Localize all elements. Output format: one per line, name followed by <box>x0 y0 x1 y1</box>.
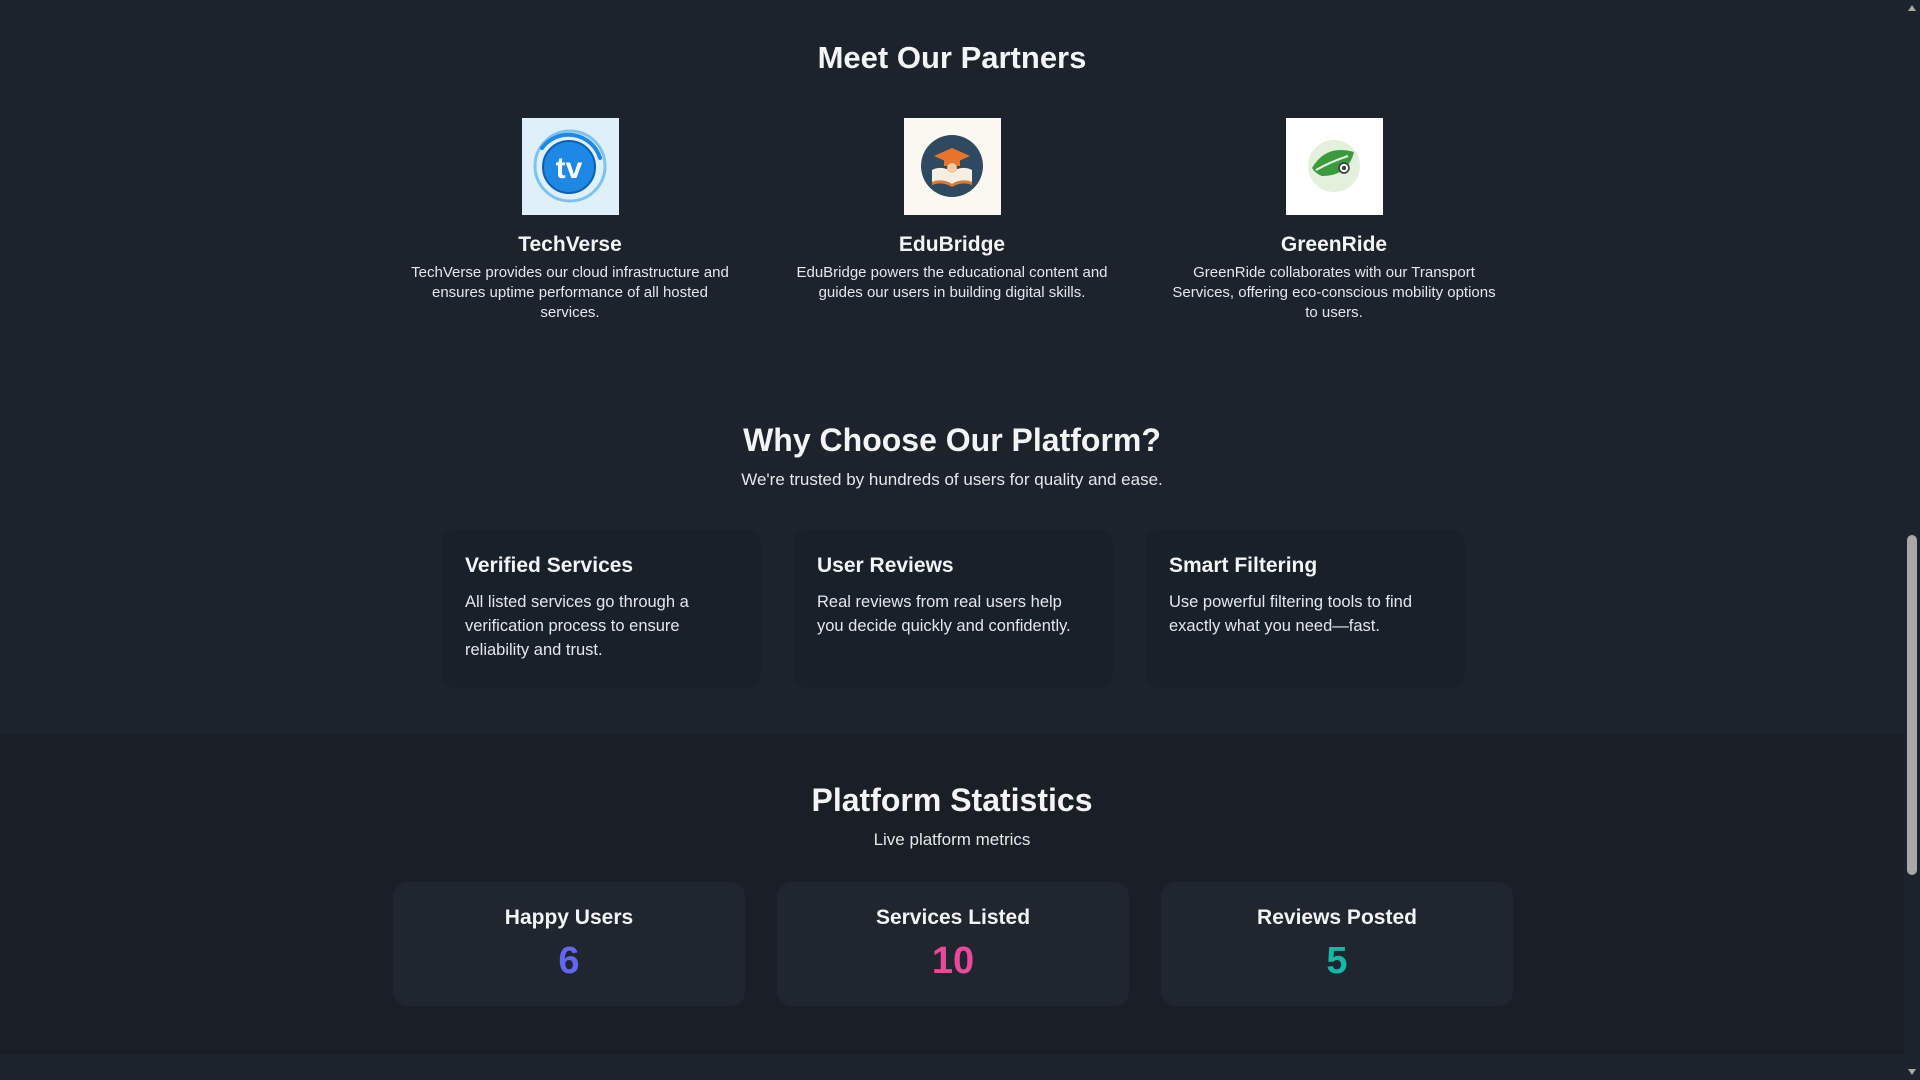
partner-name: GreenRide <box>1280 233 1388 256</box>
stat-label: Services Listed <box>875 906 1031 929</box>
partner-card-greenride: GreenRide GreenRide collaborates with ou… <box>1154 118 1514 341</box>
platform-statistics-section: Platform Statistics Live platform metric… <box>0 734 1904 1054</box>
scroll-down-arrow-icon[interactable] <box>1904 1064 1920 1080</box>
stat-value: 10 <box>931 940 975 982</box>
stat-card-services-listed: Services Listed 10 <box>777 882 1129 1006</box>
partners-title: Meet Our Partners <box>817 40 1087 75</box>
partner-description: TechVerse provides our cloud infrastruct… <box>411 264 729 321</box>
page: Meet Our Partners tv TechVerse TechVerse… <box>0 0 1904 1080</box>
partners-section: Meet Our Partners tv TechVerse TechVerse… <box>0 0 1904 380</box>
scroll-up-arrow-icon[interactable] <box>1904 0 1920 16</box>
partner-card-techverse: tv TechVerse TechVerse provides our clou… <box>390 118 750 341</box>
stat-card-happy-users: Happy Users 6 <box>393 882 745 1006</box>
partner-description: EduBridge powers the educational content… <box>796 264 1108 301</box>
leaf-logo-icon <box>1285 118 1383 215</box>
feature-title: Verified Services <box>465 554 634 577</box>
feature-card-smart-filtering: Smart Filtering Use powerful filtering t… <box>1145 530 1465 688</box>
stat-label: Happy Users <box>504 906 634 929</box>
scrollbar-thumb[interactable] <box>1907 535 1917 875</box>
tv-logo-icon: tv <box>521 118 619 215</box>
svg-text:tv: tv <box>555 152 582 185</box>
partner-grid: tv TechVerse TechVerse provides our clou… <box>390 118 1514 341</box>
partner-name: TechVerse <box>518 233 622 256</box>
feature-title: Smart Filtering <box>1169 554 1318 577</box>
feature-description: Use powerful filtering tools to find exa… <box>1169 593 1413 635</box>
feature-card-verified-services: Verified Services All listed services go… <box>441 530 761 688</box>
stat-label: Reviews Posted <box>1257 906 1417 929</box>
feature-description: All listed services go through a verific… <box>465 593 689 659</box>
stat-value: 5 <box>1326 940 1348 982</box>
stat-value: 6 <box>558 940 580 982</box>
why-choose-section: Why Choose Our Platform? We're trusted b… <box>0 380 1904 734</box>
graduation-book-logo-icon <box>903 118 1001 215</box>
statistics-subtitle: Live platform metrics <box>873 830 1031 849</box>
feature-description: Real reviews from real users help you de… <box>817 593 1071 635</box>
partner-card-edubridge: EduBridge EduBridge powers the education… <box>772 118 1132 341</box>
stat-grid: Happy Users 6 Services Listed 10 Reviews… <box>393 882 1513 1006</box>
stat-card-reviews-posted: Reviews Posted 5 <box>1161 882 1513 1006</box>
feature-grid: Verified Services All listed services go… <box>441 530 1465 688</box>
partner-name: EduBridge <box>898 233 1006 256</box>
next-section-edge <box>0 1054 1904 1080</box>
partner-description: GreenRide collaborates with our Transpor… <box>1172 264 1496 321</box>
why-choose-title: Why Choose Our Platform? <box>743 422 1161 458</box>
feature-title: User Reviews <box>817 554 954 577</box>
statistics-title: Platform Statistics <box>811 782 1093 818</box>
vertical-scrollbar[interactable] <box>1904 0 1920 1080</box>
why-choose-subtitle: We're trusted by hundreds of users for q… <box>741 470 1163 489</box>
feature-card-user-reviews: User Reviews Real reviews from real user… <box>793 530 1113 688</box>
